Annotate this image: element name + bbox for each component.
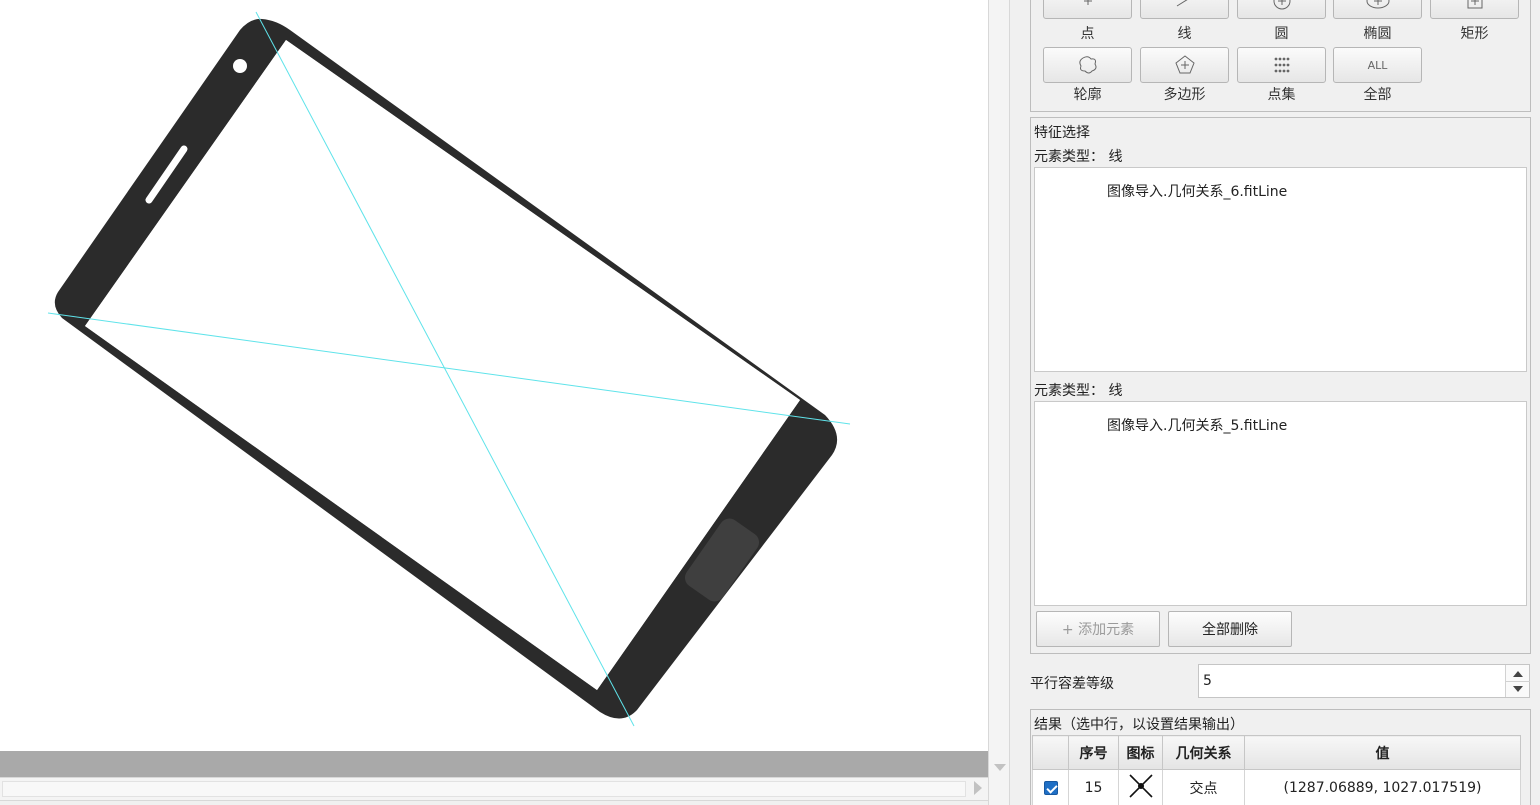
rectangle-button[interactable]	[1430, 0, 1519, 19]
column-header-select	[1032, 735, 1069, 770]
phone-image	[47, 11, 851, 727]
point-icon	[1083, 0, 1092, 5]
point-set-label: 点集	[1267, 87, 1296, 103]
line-icon	[1176, 0, 1188, 7]
contour-label: 轮廓	[1073, 87, 1102, 103]
intersection-icon	[1128, 773, 1153, 798]
all-label: 全部	[1363, 87, 1392, 103]
horizontal-scrollbar[interactable]	[0, 777, 988, 801]
front-camera	[233, 59, 247, 73]
element-list-2[interactable]: 图像导入.几何关系_5.fitLine	[1034, 401, 1527, 606]
all-button[interactable]: ALL	[1333, 47, 1422, 83]
rectangle-icon	[1467, 0, 1482, 9]
results-title: 结果（选中行，以设置结果输出）	[1034, 717, 1244, 733]
point-label: 点	[1080, 26, 1095, 42]
contour-button[interactable]	[1043, 47, 1132, 83]
point-set-button[interactable]	[1237, 47, 1326, 83]
polygon-icon	[1174, 55, 1195, 74]
vertical-scrollbar[interactable]	[988, 0, 1010, 805]
ellipse-label: 椭圆	[1363, 26, 1392, 42]
point-set-icon	[1274, 57, 1289, 73]
tolerance-value[interactable]: 5	[1203, 673, 1212, 689]
properties-panel: 点 线 圆 椭圆 矩形 轮廓 多边形 点集 ALL 全部 特征选择 元素类型： …	[1012, 0, 1540, 805]
row-checkbox[interactable]	[1043, 780, 1058, 795]
horizontal-scroll-thumb[interactable]	[2, 781, 966, 797]
row-checkbox-cell[interactable]	[1032, 769, 1069, 805]
row-index: 15	[1068, 769, 1119, 805]
point-button[interactable]	[1043, 0, 1132, 19]
polygon-label: 多边形	[1163, 87, 1206, 103]
rectangle-label: 矩形	[1460, 26, 1489, 42]
tolerance-label: 平行容差等级	[1030, 676, 1114, 692]
all-icon: ALL	[1367, 58, 1388, 72]
circle-label: 圆	[1274, 26, 1289, 42]
canvas-status-band	[0, 751, 988, 777]
spin-up-icon[interactable]	[1513, 671, 1523, 677]
line-label: 线	[1177, 26, 1192, 42]
element-list-1[interactable]: 图像导入.几何关系_6.fitLine	[1034, 167, 1527, 372]
circle-button[interactable]	[1237, 0, 1326, 19]
row-icon-cell	[1118, 769, 1163, 805]
feature-select-title: 特征选择	[1034, 125, 1090, 141]
list-item[interactable]: 图像导入.几何关系_6.fitLine	[1107, 181, 1287, 201]
element-type-label-1: 元素类型： 线	[1034, 149, 1123, 165]
row-value: (1287.06889, 1027.017519)	[1244, 769, 1521, 805]
contour-icon	[1078, 56, 1096, 74]
spin-down-icon[interactable]	[1513, 686, 1523, 692]
scroll-right-arrow-icon[interactable]	[974, 781, 982, 795]
table-row[interactable]: 15 交点 (1287.06889, 1027.017519)	[1032, 769, 1521, 805]
scroll-down-arrow-icon[interactable]	[994, 764, 1006, 771]
line-button[interactable]	[1140, 0, 1229, 19]
tolerance-spinner[interactable]	[1505, 665, 1530, 697]
results-table: 序号 图标 几何关系 值 15 交点 (1287.06889, 1027.017…	[1032, 735, 1521, 805]
image-canvas[interactable]	[0, 0, 988, 751]
ellipse-icon	[1366, 0, 1389, 9]
results-header-row: 序号 图标 几何关系 值	[1032, 735, 1521, 770]
shape-type-group: 点 线 圆 椭圆 矩形 轮廓 多边形 点集 ALL 全部	[1030, 0, 1531, 112]
feature-select-group: 特征选择 元素类型： 线 图像导入.几何关系_6.fitLine 元素类型： 线…	[1030, 117, 1531, 654]
tolerance-spinbox[interactable]: 5	[1198, 664, 1530, 698]
column-header-relation[interactable]: 几何关系	[1162, 735, 1245, 770]
polygon-button[interactable]	[1140, 47, 1229, 83]
delete-all-button[interactable]: 全部删除	[1168, 611, 1292, 647]
row-relation: 交点	[1162, 769, 1245, 805]
ellipse-button[interactable]	[1333, 0, 1422, 19]
element-type-label-2: 元素类型： 线	[1034, 383, 1123, 399]
column-header-index[interactable]: 序号	[1068, 735, 1119, 770]
column-header-value[interactable]: 值	[1244, 735, 1521, 770]
column-header-icon[interactable]: 图标	[1118, 735, 1163, 770]
add-element-button[interactable]: + 添加元素	[1036, 611, 1160, 647]
circle-icon	[1273, 0, 1290, 10]
list-item[interactable]: 图像导入.几何关系_5.fitLine	[1107, 415, 1287, 435]
